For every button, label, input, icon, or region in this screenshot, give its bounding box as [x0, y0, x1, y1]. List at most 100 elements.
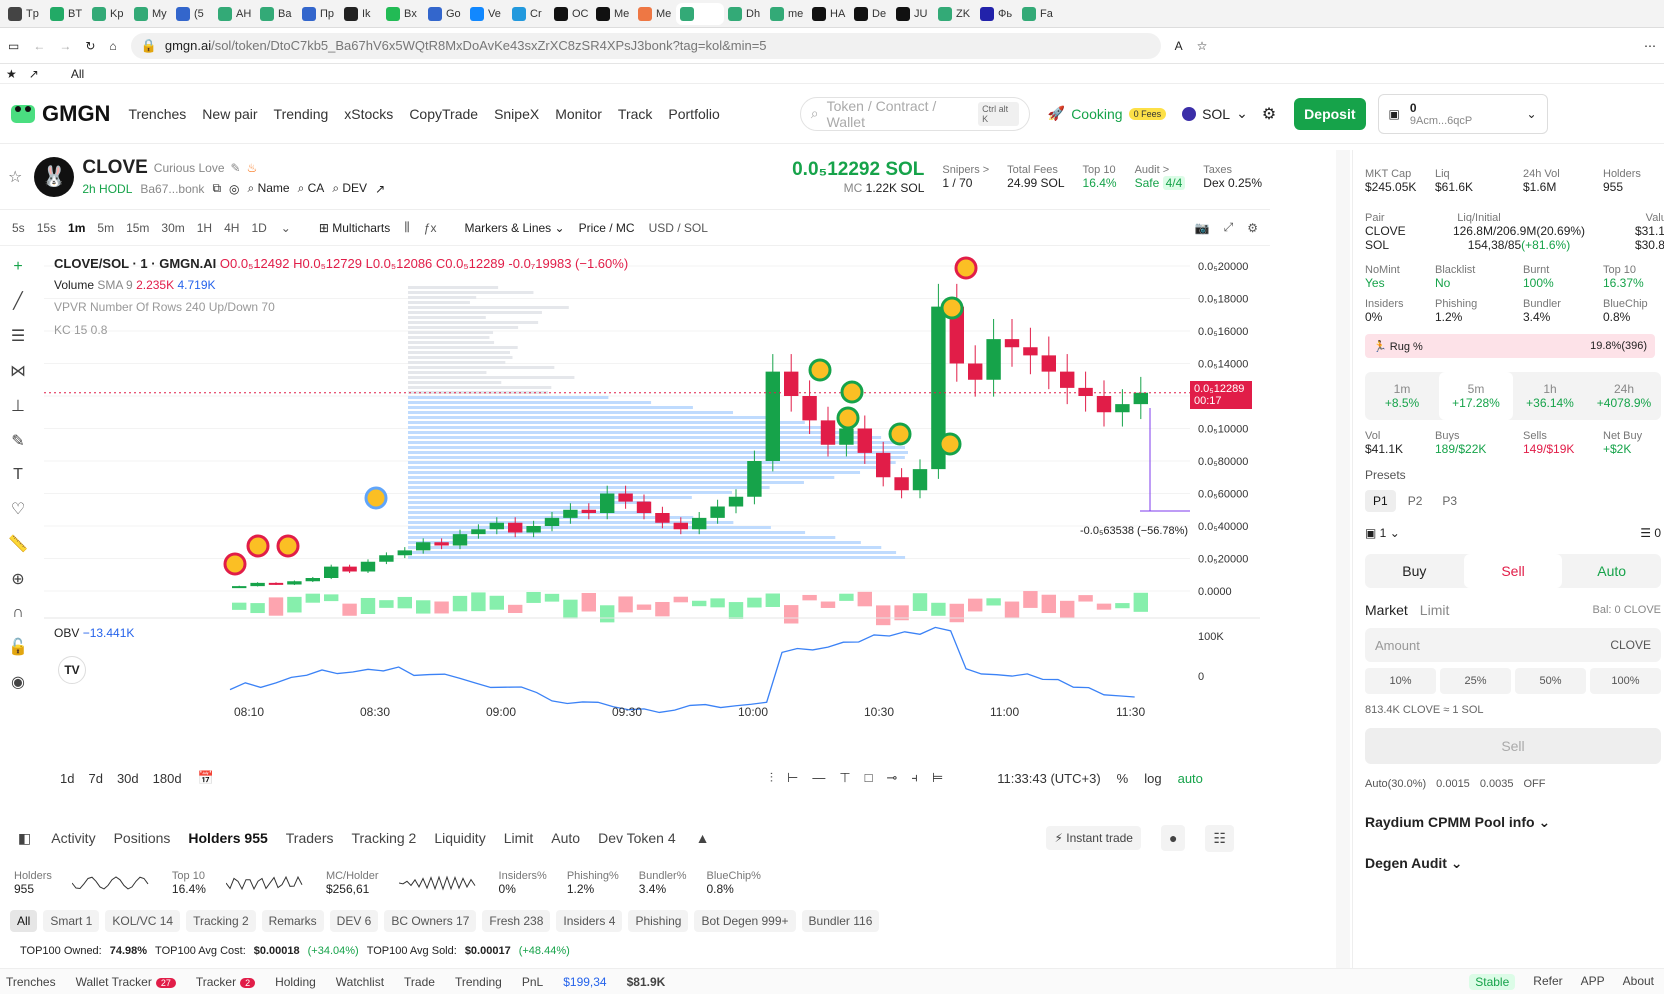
percent-button[interactable]: 100% — [1590, 668, 1661, 694]
degen-audit-toggle[interactable]: Degen Audit ⌄ — [1365, 855, 1664, 872]
gmgn-logo[interactable]: GMGN — [8, 99, 110, 129]
trade-settings[interactable]: Auto(30.0%) 0.0015 0.0035 OFF — [1365, 778, 1664, 790]
filter-chip[interactable]: Bundler 116 — [802, 910, 880, 932]
draw-tools-inline[interactable]: ⫶⊢―⊤□⊸⫞⊨ — [770, 770, 957, 786]
filter-chip[interactable]: All — [10, 910, 37, 932]
bookmark-chart-icon[interactable]: ↗ — [29, 67, 39, 81]
bottom-tab[interactable]: Positions — [114, 830, 171, 846]
back-icon[interactable]: ← — [33, 39, 45, 53]
footer-item[interactable]: Trending — [455, 975, 502, 989]
interval-option[interactable]: 5m — [97, 221, 114, 235]
star-icon[interactable]: ☆ — [1197, 39, 1208, 53]
bookmarks-all[interactable]: All — [71, 67, 84, 81]
favorite-star-icon[interactable]: ☆ — [8, 167, 22, 187]
link-search-ca[interactable]: ⌕ CA — [298, 181, 325, 196]
browser-tab[interactable]: Go — [424, 3, 466, 25]
browser-tab[interactable]: Cr — [508, 3, 550, 25]
period-option[interactable]: 30d — [117, 771, 139, 786]
timeframe-5m[interactable]: 5m +17.28% — [1439, 372, 1513, 420]
collapse-arrow-icon[interactable]: ▲ — [696, 830, 710, 846]
interval-option[interactable]: 1D — [251, 221, 266, 235]
browser-tab[interactable]: Ik — [340, 3, 382, 25]
browser-tab[interactable]: Me — [634, 3, 676, 25]
interval-option[interactable]: 15s — [37, 221, 56, 235]
link-search-dev[interactable]: ⌕ DEV — [332, 181, 367, 196]
camera-icon[interactable]: 📷 — [1195, 221, 1210, 235]
market-tab[interactable]: Market — [1365, 602, 1408, 618]
trade-setting[interactable]: OFF — [1523, 778, 1545, 790]
period-option[interactable]: 7d — [88, 771, 102, 786]
limit-tab[interactable]: Limit — [1420, 602, 1450, 618]
interval-option[interactable]: 15m — [126, 221, 149, 235]
trade-side-buy[interactable]: Buy — [1365, 554, 1464, 588]
home-icon[interactable]: ⌂ — [109, 39, 116, 53]
footer-item[interactable]: Trade — [404, 975, 435, 989]
footer-right-item[interactable]: Refer — [1533, 974, 1562, 990]
price-mc-toggle[interactable]: Price / MC — [579, 221, 635, 235]
globe-icon[interactable]: ◎ — [229, 182, 239, 196]
percent-button[interactable]: 50% — [1515, 668, 1586, 694]
browser-tab[interactable]: Tp — [4, 3, 46, 25]
nav-link[interactable]: Portfolio — [668, 106, 719, 122]
amount-input[interactable]: Amount CLOVE — [1365, 628, 1661, 662]
bottom-tab[interactable]: Traders — [286, 830, 334, 846]
nav-link[interactable]: Track — [618, 106, 652, 122]
browser-tab[interactable]: Kp — [88, 3, 130, 25]
interval-option[interactable]: 5s — [12, 221, 25, 235]
browser-tab[interactable]: Me — [592, 3, 634, 25]
footer-item[interactable]: Trenches — [6, 975, 56, 989]
currency-toggle[interactable]: USD / SOL — [649, 221, 708, 235]
trade-setting[interactable]: Auto(30.0%) — [1365, 778, 1426, 790]
snipers-stat[interactable]: Snipers >1 / 70 — [942, 164, 989, 190]
browser-tab[interactable]: Bx — [382, 3, 424, 25]
filter-chip[interactable]: BC Owners 17 — [384, 910, 476, 932]
bottom-tab[interactable]: Auto — [551, 830, 580, 846]
calendar-icon[interactable]: 📅 — [198, 770, 214, 786]
filter-chip[interactable]: Insiders 4 — [556, 910, 622, 932]
edit-icon[interactable]: ✎ — [231, 161, 241, 175]
bottom-tab[interactable]: Holders 955 — [188, 830, 267, 846]
translate-icon[interactable]: A — [1175, 39, 1183, 53]
wallet-count[interactable]: ▣ 1 ⌄ — [1365, 526, 1400, 540]
sell-button[interactable]: Sell — [1365, 728, 1661, 764]
nav-link[interactable]: New pair — [202, 106, 257, 122]
browser-tab[interactable]: me — [766, 3, 808, 25]
percent-button[interactable]: 25% — [1440, 668, 1511, 694]
interval-dropdown-icon[interactable]: ⌄ — [281, 221, 291, 235]
candle-type-icon[interactable]: ⫼ — [404, 220, 410, 235]
browser-tab[interactable]: ZK — [934, 3, 976, 25]
browser-tab[interactable] — [676, 3, 724, 25]
footer-item[interactable]: PnL — [522, 975, 543, 989]
sidebar-toggle-icon[interactable]: ▭ — [8, 39, 19, 53]
nav-link[interactable]: Trending — [274, 106, 329, 122]
preset-tab[interactable]: P1 — [1365, 490, 1396, 512]
filter-chip[interactable]: Remarks — [262, 910, 324, 932]
period-option[interactable]: 1d — [60, 771, 74, 786]
browser-tab[interactable]: Ba — [256, 3, 298, 25]
link-search-name[interactable]: ⌕ Name — [248, 181, 290, 196]
filter-chip[interactable]: DEV 6 — [330, 910, 379, 932]
footer-item[interactable]: Wallet Tracker 27 — [76, 975, 176, 989]
browser-tab[interactable]: Dh — [724, 3, 766, 25]
nav-link[interactable]: xStocks — [344, 106, 393, 122]
wallet-selector[interactable]: ▣ 0 9Acm...6qcP ⌄ — [1378, 94, 1548, 134]
forward-icon[interactable]: → — [59, 39, 71, 53]
nav-link[interactable]: Monitor — [555, 106, 602, 122]
filter-chip[interactable]: Fresh 238 — [482, 910, 550, 932]
nav-link[interactable]: CopyTrade — [409, 106, 478, 122]
fullscreen-icon[interactable]: ⤢ — [1224, 220, 1234, 235]
interval-option[interactable]: 4H — [224, 221, 239, 235]
bottom-tab[interactable]: Tracking 2 — [351, 830, 416, 846]
bottom-tab[interactable]: Liquidity — [434, 830, 485, 846]
filter-chip[interactable]: Smart 1 — [43, 910, 99, 932]
share-icon[interactable]: ↗ — [375, 182, 385, 196]
footer-right-item[interactable]: APP — [1581, 974, 1605, 990]
filter-chip[interactable]: Phishing — [628, 910, 688, 932]
filter-chip[interactable]: Tracking 2 — [186, 910, 256, 932]
browser-tab[interactable]: Пр — [298, 3, 340, 25]
markers-dropdown[interactable]: Markers & Lines ⌄ — [464, 221, 564, 235]
browser-tab[interactable]: BT — [46, 3, 88, 25]
bottom-tab[interactable]: Activity — [51, 830, 95, 846]
list-settings-icon[interactable]: ☷ — [1205, 825, 1234, 852]
filter-chip[interactable]: Bot Degen 999+ — [694, 910, 795, 932]
